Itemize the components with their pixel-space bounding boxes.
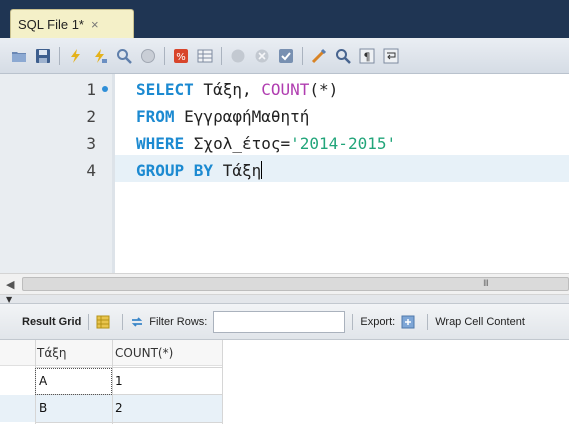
toolbar-separator <box>302 46 303 65</box>
line-number: 2 <box>86 107 96 126</box>
code-line[interactable]: 2 FROM ΕγγραφήΜαθητή <box>0 103 569 130</box>
editor-horizontal-scrollbar[interactable]: ◀ III <box>0 273 569 295</box>
code-line[interactable]: 1 SELECT Τάξη, COUNT(*) <box>0 76 569 103</box>
grid-line <box>35 422 222 423</box>
refresh-arrows-icon[interactable] <box>130 315 144 329</box>
autocommit-icon[interactable] <box>278 48 294 64</box>
line-number: 3 <box>86 134 96 153</box>
grid-cell[interactable]: 2 <box>115 395 222 422</box>
line-number: 1 <box>86 80 96 99</box>
result-toolbar-separator <box>352 313 354 330</box>
code-line[interactable]: 3 WHERE Σχολ_έτος='2014-2015' <box>0 130 569 157</box>
grid-cell[interactable]: 1 <box>115 368 222 395</box>
result-grid-tab[interactable]: Result Grid <box>22 316 81 328</box>
toolbar-separator <box>164 46 165 65</box>
beautify-icon[interactable] <box>311 48 327 64</box>
panel-splitter[interactable]: ▼ <box>0 295 569 304</box>
filter-rows-label: Filter Rows: <box>149 315 208 328</box>
rollback-icon[interactable] <box>254 48 270 64</box>
scrollbar-thumb[interactable]: III <box>22 277 569 291</box>
find-icon[interactable] <box>335 48 351 64</box>
svg-text:¶: ¶ <box>364 50 371 63</box>
toggle-error-icon[interactable]: % <box>173 48 189 64</box>
open-folder-icon[interactable] <box>11 48 27 64</box>
close-tab-icon[interactable]: × <box>91 17 99 32</box>
code-text: GROUP BY Τάξη <box>136 157 263 184</box>
result-toolbar-separator <box>122 313 124 330</box>
tab-sql-file[interactable]: SQL File 1* × <box>10 9 134 38</box>
code-token: COUNT <box>261 80 310 99</box>
code-token: WHERE <box>136 134 185 153</box>
code-text: FROM ΕγγραφήΜαθητή <box>136 103 309 130</box>
tab-title: SQL File 1* <box>18 16 84 32</box>
result-grid[interactable]: Τάξη COUNT(*) A 1 B 2 <box>0 340 569 443</box>
code-token: Σχολ_έτος= <box>184 134 291 153</box>
table-row[interactable]: B 2 <box>0 395 222 422</box>
code-text: WHERE Σχολ_έτος='2014-2015' <box>136 130 396 157</box>
code-token: FROM <box>136 107 175 126</box>
sql-editor[interactable]: 1 SELECT Τάξη, COUNT(*) 2 FROM ΕγγραφήΜαθητ… <box>0 74 569 273</box>
stop-icon[interactable] <box>140 48 156 64</box>
svg-text:%: % <box>176 52 186 63</box>
grid-toggle-icon[interactable] <box>197 48 213 64</box>
code-line[interactable]: 4 GROUP BY Τάξη <box>0 157 569 184</box>
wrap-cell-content-label[interactable]: Wrap Cell Content <box>435 316 525 328</box>
scroll-left-arrow-icon[interactable]: ◀ <box>6 278 14 291</box>
invisible-chars-icon[interactable]: ¶ <box>359 48 375 64</box>
execute-current-icon[interactable] <box>92 48 108 64</box>
explain-icon[interactable] <box>116 48 132 64</box>
focused-cell-outline <box>35 368 112 395</box>
code-token: Τάξη <box>213 161 262 180</box>
column-header-taxi[interactable]: Τάξη <box>37 340 112 367</box>
commit-icon[interactable] <box>230 48 246 64</box>
statement-marker-icon <box>102 86 108 92</box>
grid-line <box>112 340 113 424</box>
grid-layout-icon[interactable] <box>96 315 110 329</box>
column-header-count[interactable]: COUNT(*) <box>115 340 222 367</box>
line-number: 4 <box>86 161 96 180</box>
execute-icon[interactable] <box>68 48 84 64</box>
save-icon[interactable] <box>35 48 51 64</box>
scrollbar-grip: III <box>483 279 489 289</box>
grid-line <box>222 340 223 424</box>
toolbar-separator <box>59 46 60 65</box>
code-token: '2014-2015' <box>290 134 397 153</box>
collapse-triangle-icon[interactable]: ▼ <box>6 295 12 304</box>
sql-editor-toolbar: % ¶ <box>0 38 569 74</box>
code-token: GROUP BY <box>136 161 214 180</box>
result-toolbar-separator <box>88 313 90 330</box>
code-token: (*) <box>309 80 339 99</box>
export-icon[interactable] <box>401 315 415 329</box>
text-caret <box>261 161 263 179</box>
wrap-icon[interactable] <box>383 48 399 64</box>
toolbar-separator <box>221 46 222 65</box>
export-label: Export: <box>360 315 396 328</box>
filter-rows-input[interactable] <box>213 310 346 333</box>
result-toolbar: Result Grid Filter Rows: Export: Wrap Ce… <box>0 304 569 340</box>
grid-header-row: Τάξη COUNT(*) <box>0 340 222 366</box>
code-text: SELECT Τάξη, COUNT(*) <box>136 76 338 103</box>
code-token: SELECT <box>136 80 194 99</box>
result-toolbar-separator <box>427 313 429 330</box>
code-token: Τάξη, <box>193 80 262 99</box>
grid-cell[interactable]: B <box>39 395 114 422</box>
code-token: ΕγγραφήΜαθητή <box>174 107 310 126</box>
editor-tab-strip: SQL File 1* × <box>0 0 569 38</box>
